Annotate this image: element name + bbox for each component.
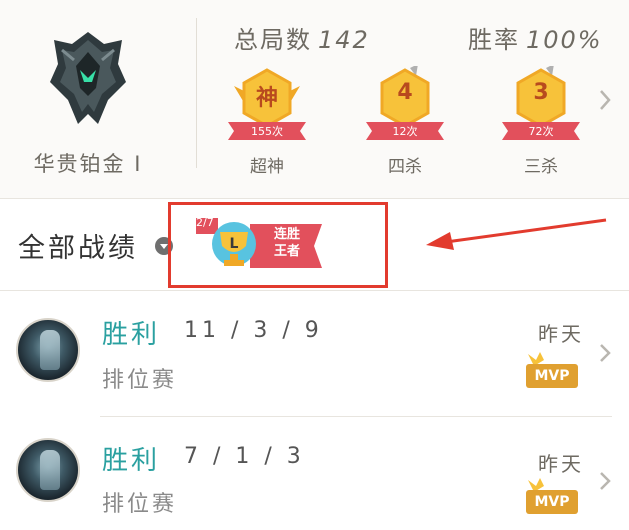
total-games-label: 总局数 — [234, 26, 312, 54]
streak-label-line2: 王者 — [273, 244, 300, 259]
total-games-value: 142 — [318, 26, 370, 54]
win-rate-value: 100% — [526, 26, 603, 54]
badge-count: 155次 — [251, 125, 283, 138]
mvp-label: MVP — [534, 368, 570, 384]
badge-title: 四杀 — [388, 157, 422, 177]
badge-title: 三杀 — [524, 157, 558, 177]
match-mode: 排位赛 — [102, 368, 178, 393]
match-time: 昨天 — [538, 322, 584, 346]
mvp-label: MVP — [534, 494, 570, 510]
win-rate: 胜率 100% — [468, 20, 603, 55]
row-divider — [100, 416, 612, 417]
badge-count: 12次 — [392, 125, 418, 138]
svg-text:L: L — [230, 236, 239, 252]
hero-avatar — [16, 318, 80, 382]
streak-label: 连胜 王者 — [262, 226, 312, 260]
rank-label: 华贵铂金 I — [33, 152, 143, 176]
divider — [196, 18, 197, 168]
badge-char: 4 — [397, 80, 413, 105]
win-rate-label: 胜率 — [468, 26, 520, 54]
player-stats-panel: 华贵铂金 I 总局数 142 胜率 100% 神 155次 超神 4 12次 四杀 — [0, 0, 629, 198]
chevron-right-icon[interactable] — [598, 342, 612, 364]
badge-char: 神 — [255, 86, 278, 111]
rank-emblem-icon — [50, 32, 126, 124]
section-divider — [0, 198, 629, 199]
streak-count: 2/7 — [196, 216, 214, 229]
section-divider — [0, 290, 629, 291]
match-row[interactable]: 胜利 11 / 3 / 9 排位赛 昨天 MVP — [0, 298, 629, 420]
badge-triple-kill[interactable]: 3 72次 三杀 — [496, 58, 586, 178]
chevron-right-icon[interactable] — [598, 470, 612, 492]
chevron-right-icon[interactable] — [598, 88, 612, 112]
total-games: 总局数 142 — [234, 20, 370, 55]
badge-quadra-kill[interactable]: 4 12次 四杀 — [360, 58, 450, 178]
badge-char: 3 — [533, 80, 549, 105]
annotation-arrow-icon — [426, 218, 607, 250]
match-kda: 7 / 1 / 3 — [184, 444, 305, 469]
match-kda: 11 / 3 / 9 — [184, 318, 323, 343]
badge-legendary[interactable]: 神 155次 超神 — [222, 58, 312, 178]
match-time: 昨天 — [538, 452, 584, 476]
hero-avatar — [16, 438, 80, 502]
match-mode: 排位赛 — [102, 492, 178, 517]
all-records-title[interactable]: 全部战绩 — [18, 226, 138, 265]
match-result: 胜利 — [102, 320, 161, 350]
badge-title: 超神 — [250, 157, 284, 177]
streak-label-line1: 连胜 — [273, 227, 300, 242]
match-result: 胜利 — [102, 446, 161, 476]
badge-count: 72次 — [528, 125, 554, 138]
match-row[interactable]: 胜利 7 / 1 / 3 排位赛 昨天 MVP — [0, 418, 629, 530]
